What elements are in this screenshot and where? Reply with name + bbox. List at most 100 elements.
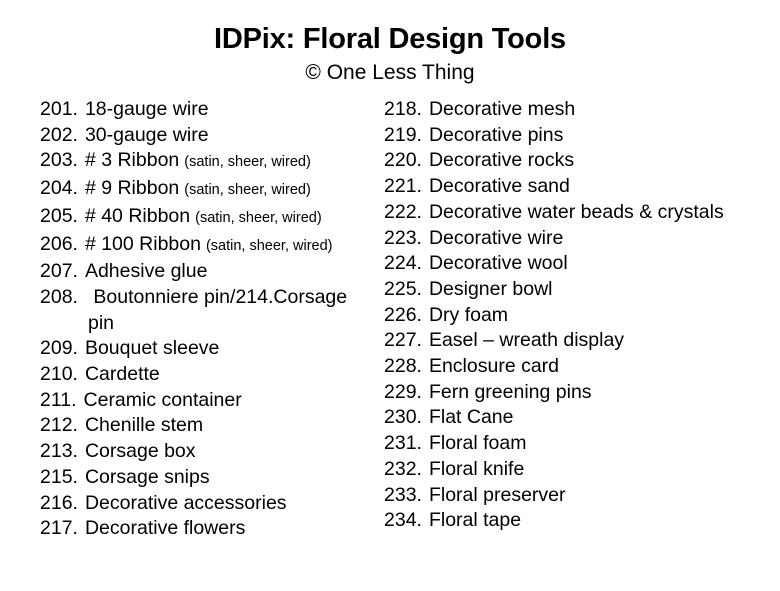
page-title: IDPix: Floral Design Tools — [214, 23, 566, 55]
list-item-label: Decorative flowers — [84, 517, 246, 540]
list-item-number: 224. — [384, 252, 422, 275]
list-item: 206. # 100 Ribbon (satin, sheer, wired) — [40, 232, 368, 260]
list-item-label: 18-gauge wire — [84, 98, 209, 120]
list-item-number: 220. — [384, 149, 422, 172]
list-item-number: 230. — [384, 406, 422, 429]
list-item: 204. # 9 Ribbon (satin, sheer, wired) — [40, 176, 368, 204]
list-item: 229. Fern greening pins — [384, 380, 780, 406]
list-item-number: 231. — [384, 432, 422, 455]
list-item-number: 207. — [40, 260, 78, 283]
list-item-number: 227. — [384, 329, 422, 352]
list-item-number: 202. — [40, 123, 78, 146]
list-item-label: Chenille stem — [84, 414, 204, 437]
list-item: 201. 18-gauge wire — [40, 97, 368, 123]
list-item-number: 203. — [40, 149, 78, 172]
list-item-label: Cardette — [84, 363, 160, 386]
list-item-number: 229. — [384, 380, 422, 403]
list-item: 202. 30-gauge wire — [40, 123, 368, 149]
list-item-label: Floral knife — [428, 457, 525, 480]
list-item-label: Floral foam — [428, 432, 527, 455]
list-item: 215. Corsage snips — [40, 465, 368, 491]
list-item: 232. Floral knife — [384, 457, 780, 483]
list-item-number: 228. — [384, 355, 422, 378]
list-item: 219. Decorative pins — [384, 123, 780, 149]
list-item-qualifier: (satin, sheer, wired) — [205, 237, 333, 254]
list-item-label: Ceramic container — [83, 388, 242, 411]
list-item-number: 216. — [40, 491, 78, 514]
list-item-label: Adhesive glue — [84, 260, 208, 283]
list-item: 210. Cardette — [40, 362, 368, 388]
list-item-number: 201. — [40, 98, 78, 120]
list-item: 225. Designer bowl — [384, 277, 780, 303]
list-item-number: 208. — [40, 285, 78, 308]
list-item-number: 219. — [384, 123, 422, 146]
tools-list-right-column: 218. Decorative mesh 219. Decorative pins 22… — [368, 97, 780, 534]
list-item-number: 217. — [40, 517, 78, 540]
list-item: 228. Enclosure card — [384, 354, 780, 380]
list-item: 234. Floral tape — [384, 508, 780, 534]
list-item-number: 218. — [384, 98, 422, 120]
list-item-number: 206. — [40, 232, 78, 255]
list-item-label: Fern greening pins — [428, 380, 592, 403]
list-item-number: 222. — [384, 200, 422, 223]
list-item-number: 221. — [384, 175, 422, 198]
list-item: 222. Decorative water beads & crystals — [384, 200, 780, 226]
list-item-label: Decorative wire — [428, 226, 564, 249]
list-item: 217. Decorative flowers — [40, 516, 368, 542]
list-item: 211. Ceramic container — [40, 388, 368, 414]
list-item-label: Decorative rocks — [428, 149, 575, 172]
list-item: 213. Corsage box — [40, 439, 368, 465]
list-item-label: # 3 Ribbon — [84, 149, 180, 172]
list-item-label: Corsage box — [84, 440, 196, 463]
list-item: 207. Adhesive glue — [40, 259, 368, 285]
list-item: 226. Dry foam — [384, 303, 780, 329]
list-item: 212. Chenille stem — [40, 413, 368, 439]
list-item: 205. # 40 Ribbon (satin, sheer, wired) — [40, 204, 368, 232]
list-item-number: 225. — [384, 277, 422, 300]
list-item: 223. Decorative wire — [384, 226, 780, 252]
list-item: 221. Decorative sand — [384, 174, 780, 200]
page-header: IDPix: Floral Design Tools © One Less Th… — [0, 0, 780, 85]
list-item-label: Enclosure card — [428, 355, 560, 378]
list-item-number: 209. — [40, 337, 78, 360]
list-item-number: 205. — [40, 204, 78, 227]
list-item: 203. # 3 Ribbon (satin, sheer, wired) — [40, 148, 368, 176]
list-item-label: Easel – wreath display — [428, 329, 625, 352]
list-item-number: 204. — [40, 177, 78, 200]
list-item: 216. Decorative accessories — [40, 491, 368, 517]
list-item: 230. Flat Cane — [384, 405, 780, 431]
list-item: 231. Floral foam — [384, 431, 780, 457]
list-item-label: Flat Cane — [428, 406, 514, 429]
list-item-number: 233. — [384, 483, 422, 506]
list-item-number: 215. — [40, 465, 78, 488]
list-item-label: Dry foam — [428, 303, 509, 326]
list-item-label: Decorative wool — [428, 252, 568, 275]
list-item-number: 223. — [384, 226, 422, 249]
list-item: 220. Decorative rocks — [384, 148, 780, 174]
list-item-label: # 100 Ribbon — [84, 232, 201, 255]
list-item-label: Corsage snips — [84, 465, 210, 488]
list-item-label: Designer bowl — [428, 277, 553, 300]
tools-list-left-column: 201. 18-gauge wire 202. 30-gauge wire 203. # … — [0, 97, 368, 542]
list-item-label: 30-gauge wire — [84, 123, 209, 146]
list-item: 208. Boutonniere pin/214.Corsage pin — [40, 285, 368, 336]
list-item-label: Decorative mesh — [428, 98, 576, 120]
list-item-label: Decorative pins — [428, 123, 564, 146]
list-item-qualifier: (satin, sheer, wired) — [184, 182, 311, 199]
list-item-label: Boutonniere pin/214.Corsage pin — [88, 285, 348, 334]
list-item-qualifier: (satin, sheer, wired) — [195, 209, 322, 226]
list-item-label: Floral tape — [428, 509, 522, 532]
list-item: 227. Easel – wreath display — [384, 328, 780, 354]
list-item-label: Decorative sand — [428, 175, 570, 198]
page-subtitle-copyright: © One Less Thing — [305, 61, 475, 84]
list-item-label: Decorative accessories — [84, 491, 287, 514]
list-item-number: 211. — [40, 388, 77, 411]
list-item-label: # 40 Ribbon — [84, 204, 191, 227]
list-item: 209. Bouquet sleeve — [40, 336, 368, 362]
list-item-number: 234. — [384, 509, 422, 532]
list-item: 233. Floral preserver — [384, 483, 780, 509]
list-item: 218. Decorative mesh — [384, 97, 780, 123]
list-item-label: Bouquet sleeve — [84, 337, 220, 360]
list-item-qualifier: (satin, sheer, wired) — [184, 154, 311, 171]
list-item-number: 212. — [40, 414, 78, 437]
